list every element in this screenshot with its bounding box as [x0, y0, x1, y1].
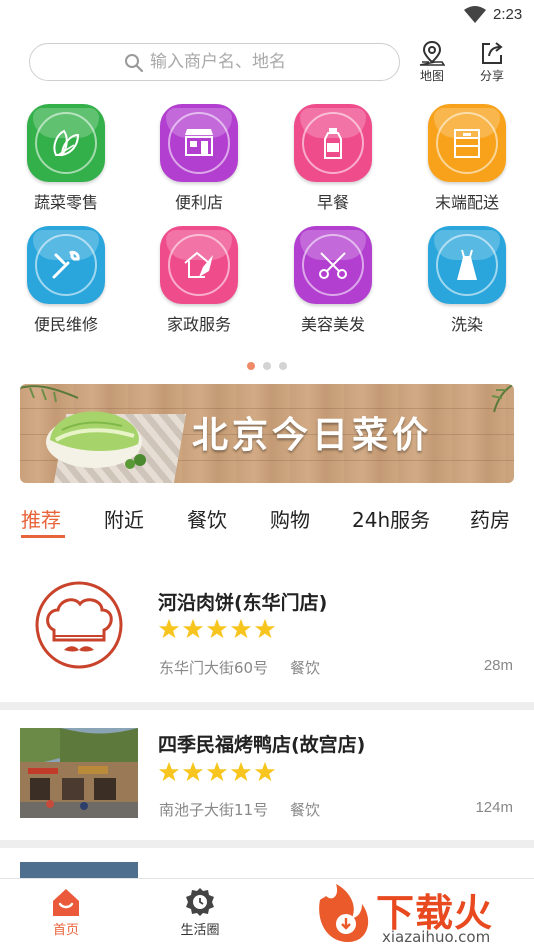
tab-recommended[interactable]: 推荐 [21, 504, 61, 533]
leaf-decoration-icon [491, 384, 514, 413]
chef-hat-logo-icon [35, 581, 123, 669]
star-rating [158, 761, 278, 783]
merchant-category: 餐饮 [290, 801, 321, 819]
star-icon [206, 761, 228, 782]
category-beauty-salon[interactable]: 美容美发 [278, 226, 388, 335]
home-icon [53, 889, 79, 916]
merchant-address: 南池子大街11号 [159, 801, 269, 819]
promo-banner[interactable]: 北京今日菜价 [20, 384, 514, 483]
category-tile [294, 104, 372, 182]
map-label: 地图 [419, 69, 444, 83]
category-tile [160, 104, 238, 182]
star-icon [158, 618, 180, 639]
category-label: 洗染 [450, 315, 483, 334]
cabbage-image [46, 411, 146, 469]
star-icon [158, 761, 180, 782]
tab-shopping[interactable]: 购物 [270, 504, 310, 533]
merchant-list-item[interactable]: 四季民福烤鸭店(故宫店) 南池子大街11号 餐饮 124m [0, 710, 534, 840]
category-tile [27, 226, 105, 304]
watermark-subtext: xiazaihuo.com [382, 928, 491, 946]
category-laundry[interactable]: 洗染 [412, 226, 522, 335]
category-vegetable-retail[interactable]: 蔬菜零售 [11, 104, 121, 213]
merchant-name: 四季民福烤鸭店(故宫店) [158, 734, 366, 756]
category-tile [294, 226, 372, 304]
category-label: 便民维修 [33, 315, 98, 334]
share-icon [482, 42, 503, 64]
watermark-logo: 下载火 xiazaihuo.com [312, 878, 534, 949]
banner-title: 北京今日菜价 [192, 415, 433, 456]
merchant-category: 餐饮 [290, 659, 321, 677]
share-button[interactable]: 分享 [472, 40, 512, 84]
category-tile [428, 226, 506, 304]
tab-24h-service[interactable]: 24h服务 [352, 504, 430, 533]
star-icon [230, 761, 252, 782]
vegetable-icon [53, 129, 80, 157]
wifi-icon [464, 6, 486, 23]
merchant-address: 东华门大街60号 [159, 659, 269, 677]
tab-dining[interactable]: 餐饮 [187, 504, 227, 533]
category-label: 早餐 [316, 193, 349, 212]
wrench-icon [52, 250, 80, 279]
category-label: 家政服务 [166, 315, 231, 334]
status-bar: 2:23 [0, 0, 534, 30]
tab-nearby[interactable]: 附近 [104, 504, 144, 533]
search-icon [125, 54, 144, 73]
merchant-distance: 28m [483, 657, 513, 674]
merchant-logo [20, 580, 138, 670]
star-icon [254, 618, 276, 639]
merchant-list-item[interactable] [0, 848, 534, 878]
nav-life-circle[interactable]: 生活圈 [160, 887, 240, 938]
store-icon [185, 129, 213, 156]
parcel-box-icon [454, 129, 480, 158]
category-tile [160, 226, 238, 304]
dress-icon [457, 249, 477, 280]
category-breakfast[interactable]: 早餐 [278, 104, 388, 213]
map-pin-icon [419, 40, 445, 66]
search-input[interactable] [150, 49, 380, 75]
star-icon [206, 618, 228, 639]
category-label: 末端配送 [434, 193, 499, 212]
star-rating [158, 618, 278, 640]
nav-home[interactable]: 首页 [26, 887, 106, 938]
scissors-icon [319, 252, 347, 279]
search-bar[interactable] [29, 43, 400, 81]
star-icon [182, 618, 204, 639]
status-time: 2:23 [493, 6, 523, 23]
merchant-distance: 124m [475, 799, 513, 816]
category-convenience-store[interactable]: 便利店 [144, 104, 254, 213]
star-icon [254, 761, 276, 782]
milk-bottle-icon [324, 128, 342, 159]
pager-dots [247, 362, 291, 370]
category-label: 美容美发 [300, 315, 365, 334]
star-icon [182, 761, 204, 782]
merchant-name: 河沿肉饼(东华门店) [158, 592, 328, 614]
active-tab-indicator [21, 535, 65, 538]
star-icon [230, 618, 252, 639]
category-tile [428, 104, 506, 182]
pager-dot[interactable] [263, 362, 271, 370]
life-circle-icon [186, 888, 214, 916]
broom-house-icon [184, 251, 213, 278]
storefront-photo-icon [20, 728, 138, 818]
list-divider [0, 702, 534, 710]
merchant-photo [20, 728, 138, 818]
pager-dot[interactable] [279, 362, 287, 370]
category-delivery[interactable]: 末端配送 [412, 104, 522, 213]
category-label: 蔬菜零售 [33, 193, 98, 212]
pager-dot-active[interactable] [247, 362, 255, 370]
tab-bar: 推荐 附近 餐饮 购物 24h服务 药房 [0, 500, 534, 540]
category-housekeeping[interactable]: 家政服务 [144, 226, 254, 335]
list-divider [0, 840, 534, 848]
tab-pharmacy[interactable]: 药房 [470, 504, 510, 533]
share-label: 分享 [479, 69, 504, 83]
category-repair[interactable]: 便民维修 [11, 226, 121, 335]
category-label: 便利店 [174, 193, 223, 212]
merchant-list-item[interactable]: 河沿肉饼(东华门店) 东华门大街60号 餐饮 28m [0, 560, 534, 700]
category-tile [27, 104, 105, 182]
nav-life-circle-label: 生活圈 [180, 923, 220, 938]
map-button[interactable]: 地图 [412, 40, 452, 84]
merchant-photo [20, 862, 138, 878]
nav-home-label: 首页 [52, 923, 79, 938]
flame-logo-icon [319, 884, 369, 942]
